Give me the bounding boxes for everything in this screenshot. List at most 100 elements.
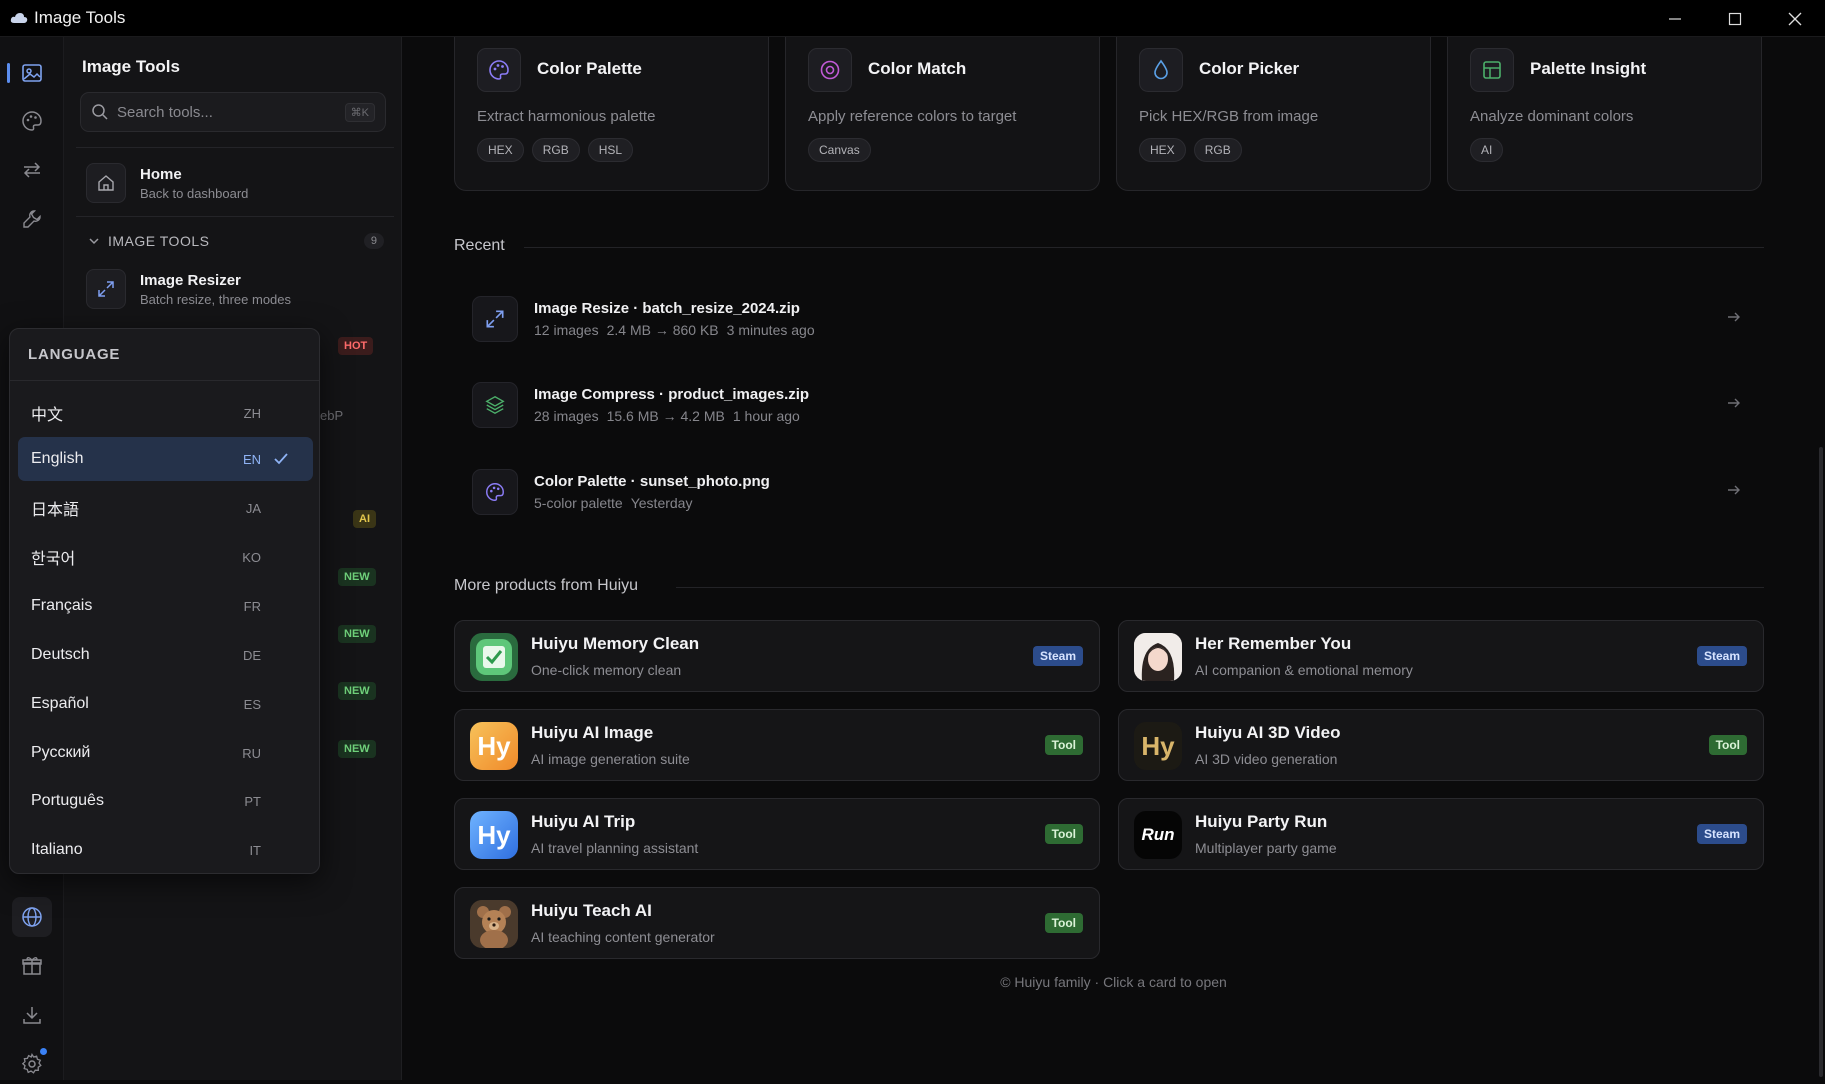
arrow-right-icon — [1728, 398, 1740, 408]
tool-card-color-match[interactable]: Color Match Apply reference colors to ta… — [785, 37, 1100, 191]
teddy-bear-logo — [470, 900, 518, 948]
memory-clean-logo — [470, 633, 518, 681]
language-option-ru[interactable]: Русский RU — [18, 731, 313, 775]
format-chip: Canvas — [808, 138, 871, 162]
recent-item[interactable]: Image Resize · batch_resize_2024.zip 12 … — [472, 289, 1742, 349]
product-card[interactable]: Huiyu Memory Clean One-click memory clea… — [454, 620, 1100, 692]
rail-image-tools-button[interactable] — [7, 53, 52, 93]
language-option-en[interactable]: English EN — [18, 437, 313, 481]
product-badge: Steam — [1696, 824, 1747, 844]
image-icon — [22, 64, 42, 82]
globe-icon — [22, 907, 42, 927]
products-title: More products from Huiyu — [454, 577, 639, 594]
product-card[interactable]: Run Huiyu Party Run Multiplayer party ga… — [1118, 798, 1764, 870]
product-desc: AI companion & emotional memory — [1195, 662, 1413, 678]
product-desc: One-click memory clean — [531, 662, 682, 678]
image-tools-section-header[interactable]: IMAGE TOOLS 9 — [88, 233, 384, 249]
recent-item[interactable]: Image Compress · product_images.zip 28 i… — [472, 375, 1742, 435]
product-card[interactable]: Her Remember You AI companion & emotiona… — [1118, 620, 1764, 692]
ai-tag: AI — [353, 510, 376, 528]
language-code: ES — [243, 696, 261, 712]
product-name: Huiyu Party Run — [1195, 812, 1328, 831]
rail-download-button[interactable] — [12, 995, 52, 1035]
sidebar-item-image-resizer[interactable]: Image Resizer Batch resize, three modes — [86, 269, 291, 309]
product-badge: Steam — [1696, 646, 1747, 666]
tool-card-palette-insight[interactable]: Palette Insight Analyze dominant colors … — [1447, 37, 1762, 191]
rail-settings-button[interactable] — [12, 1044, 52, 1084]
tool-desc: Pick HEX/RGB from image — [1139, 108, 1319, 125]
product-card[interactable]: Hy Huiyu AI Trip AI travel planning assi… — [454, 798, 1100, 870]
product-badge: Tool — [1044, 735, 1083, 755]
arrow-right-icon — [1728, 312, 1740, 322]
rail-language-button[interactable] — [12, 897, 52, 937]
home-icon — [86, 163, 126, 203]
scrollbar[interactable] — [1819, 447, 1823, 1077]
main-content: Color Palette Extract harmonious palette… — [402, 37, 1825, 1080]
divider — [76, 216, 394, 217]
language-option-pt[interactable]: Português PT — [18, 779, 313, 823]
hy-orange-logo: Hy — [470, 722, 518, 770]
tool-name: Color Match — [868, 59, 967, 78]
recent-meta: 15.6 MB → 4.2 MB — [606, 408, 725, 424]
tool-card-color-picker[interactable]: Color Picker Pick HEX/RGB from image HEX… — [1116, 37, 1431, 191]
hy-gold-logo: Hy — [1134, 722, 1182, 770]
run-logo: Run — [1134, 811, 1182, 859]
language-option-es[interactable]: Español ES — [18, 682, 313, 726]
recent-item[interactable]: Color Palette · sunset_photo.png 5-color… — [472, 462, 1742, 522]
chevron-down-icon — [89, 238, 99, 245]
footer-text: © Huiyu family · Click a card to open — [1000, 974, 1227, 990]
rail-convert-button[interactable] — [12, 150, 52, 190]
language-option-ja[interactable]: 日本語 JA — [18, 486, 313, 530]
wrench-icon — [23, 210, 41, 228]
recent-meta: 3 minutes ago — [726, 322, 815, 338]
language-code: ZH — [243, 405, 261, 421]
rail-utilities-button[interactable] — [12, 199, 52, 239]
language-name: Русский — [31, 744, 91, 761]
maximize-button[interactable] — [1705, 0, 1765, 37]
language-option-ko[interactable]: 한국어 KO — [18, 535, 313, 579]
language-option-zh[interactable]: 中文 ZH — [18, 391, 313, 435]
product-desc: AI teaching content generator — [531, 929, 715, 945]
palette-icon — [22, 111, 42, 131]
product-name: Huiyu AI 3D Video — [1195, 723, 1341, 742]
rail-gift-button[interactable] — [12, 946, 52, 986]
product-desc: AI travel planning assistant — [531, 840, 699, 856]
product-card[interactable]: Huiyu Teach AI AI teaching content gener… — [454, 887, 1100, 959]
language-name: Italiano — [31, 841, 83, 858]
product-card[interactable]: Hy Huiyu AI Image AI image generation su… — [454, 709, 1100, 781]
product-card[interactable]: Hy Huiyu AI 3D Video AI 3D video generat… — [1118, 709, 1764, 781]
tool-desc: Apply reference colors to target — [808, 108, 1017, 125]
language-option-de[interactable]: Deutsch DE — [18, 633, 313, 677]
product-badge: Tool — [1044, 824, 1083, 844]
language-menu-header: LANGUAGE — [10, 329, 319, 381]
close-button[interactable] — [1765, 0, 1825, 37]
language-code: JA — [245, 500, 261, 516]
format-chip: AI — [1470, 138, 1504, 162]
language-option-it[interactable]: Italiano IT — [18, 828, 313, 872]
rail-color-button[interactable] — [12, 101, 52, 141]
search-input[interactable]: Search tools... ⌘K — [80, 92, 386, 132]
resizer-label: Image Resizer — [140, 271, 241, 289]
product-name: Her Remember You — [1195, 634, 1352, 653]
window-title: Image Tools — [34, 8, 126, 27]
download-icon — [23, 1007, 41, 1024]
search-placeholder: Search tools... — [117, 103, 213, 121]
tool-card-color-palette[interactable]: Color Palette Extract harmonious palette… — [454, 37, 769, 191]
language-name: Deutsch — [31, 646, 90, 663]
tool-desc: Extract harmonious palette — [477, 108, 656, 125]
minimize-button[interactable] — [1645, 0, 1705, 37]
notification-dot — [40, 1048, 47, 1055]
sidebar-item-home[interactable]: Home Back to dashboard — [86, 163, 248, 203]
app-cloud-icon — [10, 13, 28, 23]
recent-meta: 1 hour ago — [732, 408, 800, 424]
language-name: 한국어 — [31, 551, 76, 568]
language-code: EN — [242, 451, 261, 467]
language-code: IT — [249, 842, 261, 858]
search-icon — [92, 104, 108, 120]
tool-desc: Analyze dominant colors — [1470, 108, 1634, 125]
language-code: KO — [242, 549, 261, 565]
check-icon — [273, 451, 313, 467]
recent-meta: 5-color palette — [534, 495, 623, 511]
language-option-fr[interactable]: Français FR — [18, 584, 313, 628]
layers-icon — [472, 382, 518, 428]
